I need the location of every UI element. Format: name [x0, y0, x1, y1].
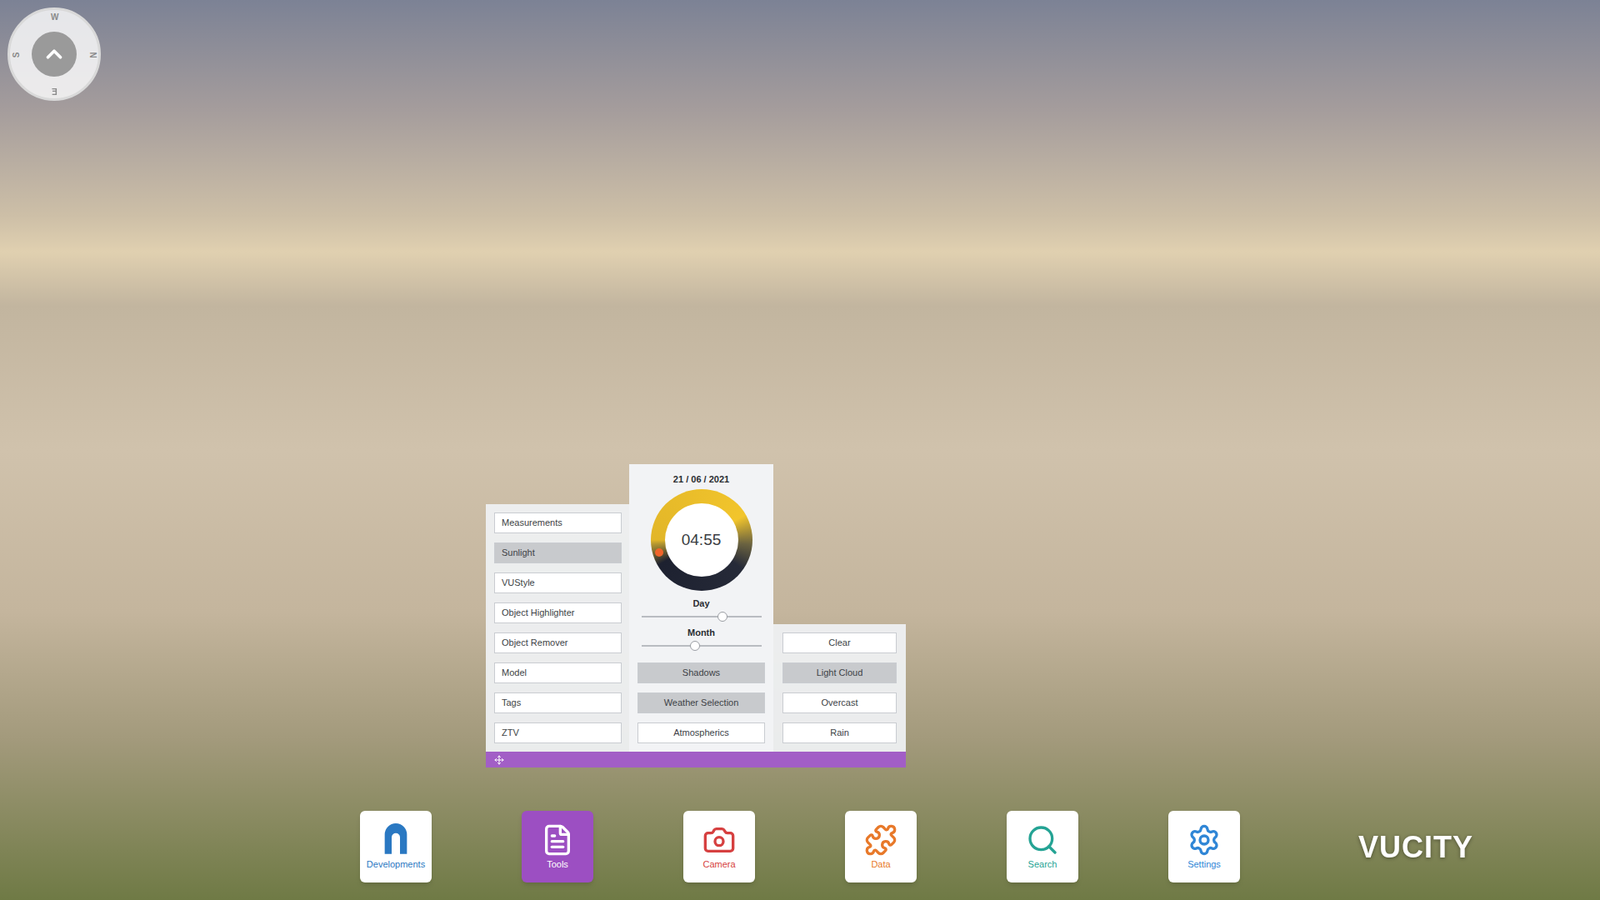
toolbar-label: Settings — [1187, 859, 1221, 870]
tools-menu: Measurements Sunlight VUStyle Object Highli… — [485, 504, 630, 752]
panel-button[interactable]: Object Highlighter — [494, 602, 622, 624]
tools-icon — [540, 823, 575, 857]
slider-row: Month — [629, 626, 774, 651]
north-arrow-icon — [41, 41, 67, 67]
toolbar-button[interactable]: Tools — [521, 810, 594, 883]
time-dial[interactable]: 04:55 — [650, 489, 753, 591]
sun-marker[interactable] — [655, 548, 664, 557]
panel-button[interactable]: Shadows — [637, 662, 765, 684]
panel-button[interactable]: Atmospherics — [637, 722, 765, 744]
panel-footer[interactable] — [485, 751, 906, 768]
sunlight-panel: 21 / 06 / 2021 04:55 Day Month Shadows Weathe… — [629, 464, 774, 752]
toolbar-label: Tools — [546, 859, 569, 870]
settings-icon — [1187, 823, 1221, 857]
panel-button[interactable]: Weather Selection — [637, 692, 765, 714]
time-label: 04:55 — [681, 528, 722, 553]
slider-label: Month — [687, 626, 715, 639]
compass-label: N — [86, 51, 97, 58]
toolbar-button[interactable]: Data — [845, 810, 917, 883]
panel-button[interactable]: Overcast — [782, 692, 897, 714]
search-icon — [1025, 823, 1060, 857]
panel-button[interactable]: Object Remover — [494, 632, 622, 654]
toolbar-button[interactable]: Developments — [360, 810, 432, 883]
slider-label: Day — [692, 597, 710, 610]
move-icon[interactable] — [494, 755, 505, 765]
panel-button[interactable]: Rain — [782, 722, 897, 744]
toolbar-button[interactable]: Settings — [1168, 810, 1240, 883]
panel-button[interactable]: Sunlight — [494, 542, 622, 564]
compass-label: S — [11, 52, 22, 59]
developments-icon — [379, 823, 413, 857]
weather-menu: Clear Light Cloud Overcast Rain — [773, 624, 906, 752]
compass-label: E — [51, 85, 58, 96]
toolbar-button[interactable]: Camera — [683, 810, 755, 883]
toolbar-button[interactable]: Search — [1006, 810, 1079, 883]
panel-button[interactable]: Measurements — [494, 512, 622, 534]
panel-button[interactable]: VUStyle — [494, 572, 622, 594]
date-label: 21 / 06 / 2021 — [673, 472, 730, 486]
slider-row: Day — [629, 597, 774, 622]
app: W N E S Measurements Sunlight VUStyle Object Hi… — [0, 0, 1600, 900]
panel-button[interactable]: Model — [494, 662, 622, 684]
panel-button[interactable]: ZTV — [494, 722, 622, 744]
slider-track[interactable] — [641, 640, 762, 651]
panel-button[interactable]: Tags — [494, 692, 622, 714]
toolbar-label: Data — [870, 859, 890, 870]
slider-handle[interactable] — [717, 611, 728, 622]
toolbar-label: Camera — [702, 859, 735, 870]
logo: VUCITY — [1358, 830, 1474, 865]
toolbar-label: Search — [1028, 859, 1058, 870]
slider-track[interactable] — [641, 611, 762, 622]
slider-handle[interactable] — [690, 640, 700, 651]
panel-button[interactable]: Light Cloud — [782, 662, 897, 684]
compass[interactable]: W N E S — [7, 7, 101, 101]
panel-button[interactable]: Clear — [782, 632, 897, 654]
compass-label: W — [50, 12, 59, 23]
toolbar: Developments Tools Camera Data Search Setting… — [360, 810, 1240, 883]
tools-panel: Measurements Sunlight VUStyle Object Highli… — [485, 464, 906, 768]
camera-icon — [702, 823, 736, 857]
data-icon — [864, 823, 898, 857]
toolbar-label: Developments — [366, 859, 425, 870]
